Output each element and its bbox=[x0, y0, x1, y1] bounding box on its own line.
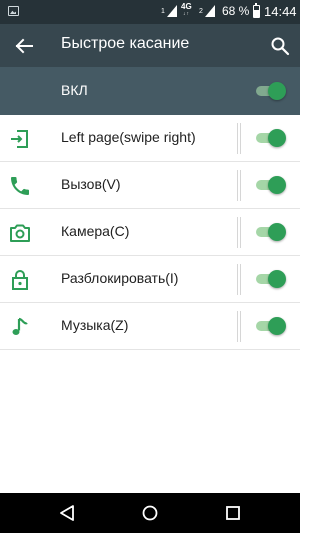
network-type: 4G bbox=[181, 2, 192, 11]
list-item-label: Камера(C) bbox=[61, 223, 130, 239]
toggle-thumb bbox=[268, 223, 286, 241]
arrow-back-icon bbox=[15, 38, 33, 54]
toggle-call[interactable] bbox=[254, 175, 286, 195]
divider bbox=[237, 217, 241, 248]
gesture-list: Left page(swipe right) Вызов(V) Камера(C… bbox=[0, 115, 300, 350]
list-item-label: Вызов(V) bbox=[61, 176, 121, 192]
list-item-label: Музыка(Z) bbox=[61, 317, 129, 333]
divider bbox=[237, 311, 241, 342]
toggle-thumb bbox=[268, 82, 286, 100]
toggle-thumb bbox=[268, 270, 286, 288]
status-bar: 1 4G ↓↑ 2 68 % 14:44 bbox=[0, 0, 300, 24]
enter-page-icon bbox=[11, 130, 28, 148]
nav-back-button[interactable] bbox=[55, 501, 79, 525]
network-activity-icon: ↓↑ bbox=[183, 11, 190, 17]
phone-icon bbox=[11, 177, 29, 195]
toggle-music[interactable] bbox=[254, 316, 286, 336]
list-item-unlock[interactable]: Разблокировать(I) bbox=[0, 256, 300, 303]
battery-percent: 68 % bbox=[222, 4, 250, 18]
list-item-label: Left page(swipe right) bbox=[61, 129, 196, 145]
music-note-icon bbox=[12, 317, 28, 335]
toggle-left-page[interactable] bbox=[254, 128, 286, 148]
battery-icon bbox=[253, 3, 260, 18]
list-item-label: Разблокировать(I) bbox=[61, 270, 179, 286]
search-button[interactable] bbox=[266, 32, 294, 60]
camera-icon bbox=[10, 224, 30, 242]
toggle-camera[interactable] bbox=[254, 222, 286, 242]
back-button[interactable] bbox=[10, 32, 38, 60]
signal-sim1-icon bbox=[167, 5, 177, 17]
image-notification-icon bbox=[8, 6, 19, 16]
toolbar: Быстрое касание bbox=[0, 24, 300, 67]
nav-home-button[interactable] bbox=[138, 501, 162, 525]
list-item-call[interactable]: Вызов(V) bbox=[0, 162, 300, 209]
divider bbox=[237, 123, 241, 154]
toggle-unlock[interactable] bbox=[254, 269, 286, 289]
toggle-thumb bbox=[268, 317, 286, 335]
page-title: Быстрое касание bbox=[61, 35, 190, 52]
master-toggle[interactable] bbox=[254, 81, 286, 101]
navigation-bar bbox=[0, 493, 300, 533]
master-switch-label: ВКЛ bbox=[61, 82, 88, 98]
divider bbox=[237, 170, 241, 201]
master-switch-row[interactable]: ВКЛ bbox=[0, 67, 300, 115]
sim2-label: 2 bbox=[199, 8, 203, 15]
nav-recent-icon bbox=[226, 506, 240, 520]
search-icon bbox=[271, 37, 290, 56]
nav-recent-button[interactable] bbox=[221, 501, 245, 525]
list-item-camera[interactable]: Камера(C) bbox=[0, 209, 300, 256]
toggle-thumb bbox=[268, 176, 286, 194]
divider bbox=[237, 264, 241, 295]
toggle-thumb bbox=[268, 129, 286, 147]
sim1-label: 1 bbox=[161, 8, 165, 15]
nav-back-icon bbox=[60, 505, 74, 521]
signal-sim2-icon bbox=[205, 5, 215, 17]
clock: 14:44 bbox=[264, 4, 297, 19]
list-item-music[interactable]: Музыка(Z) bbox=[0, 303, 300, 350]
unlock-icon bbox=[12, 270, 28, 290]
list-item-left-page[interactable]: Left page(swipe right) bbox=[0, 115, 300, 162]
nav-home-icon bbox=[142, 505, 158, 521]
